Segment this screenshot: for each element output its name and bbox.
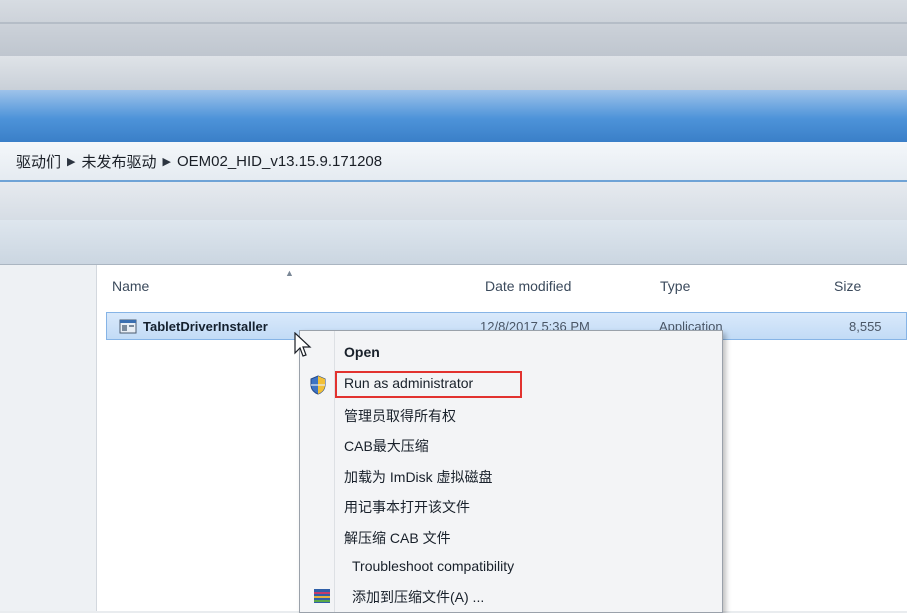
- column-header-type[interactable]: Type: [660, 278, 690, 294]
- window-chrome-blue-band: [0, 90, 907, 142]
- breadcrumb-drivers[interactable]: 驱动们: [16, 151, 61, 172]
- file-size: 8,555: [849, 319, 882, 334]
- menu-item-mount-imdisk[interactable]: 加载为 ImDisk 虚拟磁盘: [344, 467, 493, 487]
- toolbar-lower-band: [0, 220, 907, 265]
- menu-item-add-to-archive[interactable]: 添加到压缩文件(A) ...: [352, 587, 484, 607]
- address-bar[interactable]: 驱动们 ▶ 未发布驱动 ▶ OEM02_HID_v13.15.9.171208: [0, 142, 907, 182]
- menu-item-troubleshoot-compatibility[interactable]: Troubleshoot compatibility: [352, 558, 514, 574]
- menu-item-open-with-notepad[interactable]: 用记事本打开该文件: [344, 497, 470, 517]
- menu-item-take-ownership[interactable]: 管理员取得所有权: [344, 406, 456, 426]
- context-menu[interactable]: Open Run as administrator 管理员取得所有权 CAB最大…: [299, 330, 723, 613]
- application-installer-icon: [119, 319, 137, 334]
- menu-item-extract-cab[interactable]: 解压缩 CAB 文件: [344, 528, 451, 548]
- breadcrumb-unreleased-drivers[interactable]: 未发布驱动: [81, 151, 156, 172]
- window-frame-band: [0, 56, 907, 91]
- file-name[interactable]: TabletDriverInstaller: [143, 319, 268, 334]
- sort-ascending-icon: ▲: [285, 268, 294, 278]
- menu-item-open[interactable]: Open: [344, 344, 380, 360]
- navigation-pane[interactable]: [0, 265, 97, 611]
- mouse-pointer-icon: [294, 332, 312, 357]
- breadcrumb-current-folder[interactable]: OEM02_HID_v13.15.9.171208: [177, 153, 382, 170]
- menu-item-run-as-administrator[interactable]: Run as administrator: [344, 375, 473, 391]
- column-header-size[interactable]: Size: [834, 278, 861, 294]
- breadcrumb-separator-icon[interactable]: ▶: [67, 155, 75, 168]
- column-header-date-modified[interactable]: Date modified: [485, 278, 571, 294]
- uac-shield-icon: [310, 375, 326, 395]
- window-title-bar: [0, 0, 907, 57]
- column-header-name[interactable]: Name: [112, 278, 149, 294]
- command-toolbar: [0, 182, 907, 221]
- winrar-archive-icon: [314, 589, 330, 603]
- menu-item-cab-max-compress[interactable]: CAB最大压缩: [344, 436, 429, 456]
- title-bar-stripe: [0, 22, 907, 24]
- breadcrumb-separator-icon[interactable]: ▶: [163, 155, 171, 168]
